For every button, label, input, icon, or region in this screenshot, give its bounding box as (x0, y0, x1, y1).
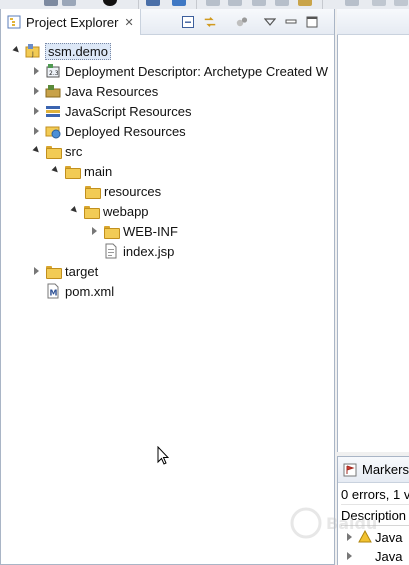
toolbar-divider (322, 0, 323, 9)
tree-item-label: Deployed Resources (65, 123, 186, 139)
collapsed-arrow-icon[interactable] (31, 106, 41, 116)
toolbar-icon[interactable] (345, 0, 359, 6)
tree-item-label: src (65, 143, 83, 159)
svg-text:M: M (50, 289, 58, 298)
tree-item-label: pom.xml (65, 283, 115, 299)
tree-item-deployment-descriptor[interactable]: 2.3 Deployment Descriptor: Archetype Cre… (31, 61, 328, 81)
project-explorer-icon (7, 15, 21, 29)
tab-markers[interactable]: Markers (338, 457, 409, 483)
tree-item-label: Deployment Descriptor: Archetype Created… (65, 63, 328, 79)
tab-project-explorer[interactable]: Project Explorer ✕ (1, 9, 141, 35)
svg-text:Baidu: Baidu (326, 514, 377, 533)
project-explorer-view: Project Explorer ✕ J ssm.demo 2.3 Deploy… (0, 9, 335, 565)
tree-item-label: ssm.demo (45, 42, 111, 60)
toolbar-icon[interactable] (44, 0, 58, 6)
filter-icon[interactable] (235, 15, 249, 29)
tree-item-label: Java Resources (65, 83, 159, 99)
folder-icon (84, 183, 101, 199)
view-menu-icon[interactable] (263, 15, 277, 29)
tree-item-label: target (65, 263, 99, 279)
maximize-icon[interactable] (305, 15, 319, 29)
collapse-all-icon[interactable] (181, 15, 195, 29)
tree-item-java-resources[interactable]: Java Resources (31, 81, 158, 101)
tree-item-target[interactable]: target (31, 261, 98, 281)
toolbar-record-icon[interactable] (103, 0, 117, 6)
toolbar-icon[interactable] (372, 0, 386, 6)
view-header: Project Explorer ✕ (1, 9, 334, 35)
tab-title: Project Explorer (26, 14, 119, 30)
folder-icon (45, 263, 62, 279)
editor-area[interactable] (337, 9, 409, 452)
toolbar-icon[interactable] (206, 0, 220, 6)
folder-icon (64, 163, 81, 179)
tree-item-label: index.jsp (123, 243, 175, 259)
tree-item-web-inf[interactable]: WEB-INF (89, 221, 178, 241)
toolbar-icon[interactable] (62, 0, 76, 6)
close-icon[interactable]: ✕ (124, 16, 133, 29)
tree-item-ssm-demo[interactable]: J ssm.demo (11, 41, 111, 61)
jsp-file-icon (103, 243, 119, 259)
baidu-watermark-logo: Baidu (283, 498, 409, 548)
folder-icon (45, 143, 62, 159)
collapsed-arrow-icon[interactable] (31, 126, 41, 136)
link-with-editor-icon[interactable] (203, 15, 217, 29)
expanded-arrow-icon[interactable] (69, 206, 79, 216)
tree-item-label: webapp (103, 203, 149, 219)
search-icon[interactable] (172, 0, 186, 6)
project-icon: J (25, 43, 41, 59)
expanded-arrow-icon[interactable] (31, 146, 41, 156)
folder-icon (83, 203, 100, 219)
collapsed-arrow-icon[interactable] (31, 266, 41, 276)
toolbar-icon[interactable] (228, 0, 242, 6)
collapsed-arrow-icon[interactable] (344, 551, 354, 561)
markers-icon (343, 463, 357, 476)
tree-item-index-jsp[interactable]: index.jsp (103, 241, 174, 261)
toolbar-divider (138, 0, 139, 9)
java-resources-icon (45, 83, 61, 99)
toolbar-icon[interactable] (298, 0, 312, 6)
marker-row[interactable]: Java (344, 546, 402, 565)
toolbar-icon[interactable] (275, 0, 289, 6)
tree-item-src[interactable]: src (31, 141, 82, 161)
collapsed-arrow-icon[interactable] (31, 86, 41, 96)
tree-item-pom-xml[interactable]: M pom.xml (45, 281, 114, 301)
main-toolbar (0, 0, 409, 9)
folder-icon (103, 223, 120, 239)
svg-text:J: J (31, 51, 34, 58)
mouse-cursor-icon (157, 446, 169, 465)
toolbar-icon[interactable] (146, 0, 160, 6)
tree-item-label: JavaScript Resources (65, 103, 192, 119)
expanded-arrow-icon[interactable] (11, 46, 21, 56)
deployment-descriptor-icon: 2.3 (45, 63, 61, 79)
javascript-resources-icon (45, 103, 61, 119)
marker-label: Java (375, 548, 403, 564)
collapsed-arrow-icon[interactable] (31, 66, 41, 76)
svg-text:2.3: 2.3 (49, 70, 59, 77)
minimize-icon[interactable] (284, 15, 298, 29)
expanded-arrow-icon[interactable] (50, 166, 60, 176)
toolbar-divider (196, 0, 197, 9)
tree-item-javascript-resources[interactable]: JavaScript Resources (31, 101, 191, 121)
tab-title: Markers (362, 462, 409, 477)
maven-pom-icon: M (45, 283, 61, 299)
editor-tab-strip (337, 9, 409, 35)
tree-item-label: main (84, 163, 113, 179)
tree-item-deployed-resources[interactable]: Deployed Resources (31, 121, 186, 141)
collapsed-arrow-icon[interactable] (89, 226, 99, 236)
tree-item-label: resources (104, 183, 162, 199)
tree-item-webapp[interactable]: webapp (69, 201, 149, 221)
toolbar-icon[interactable] (252, 0, 266, 6)
tree-item-main[interactable]: main (50, 161, 112, 181)
deployed-resources-icon (45, 123, 61, 139)
tree-item-label: WEB-INF (123, 223, 178, 239)
toolbar-icon[interactable] (394, 0, 408, 6)
tree-item-resources[interactable]: resources (84, 181, 161, 201)
